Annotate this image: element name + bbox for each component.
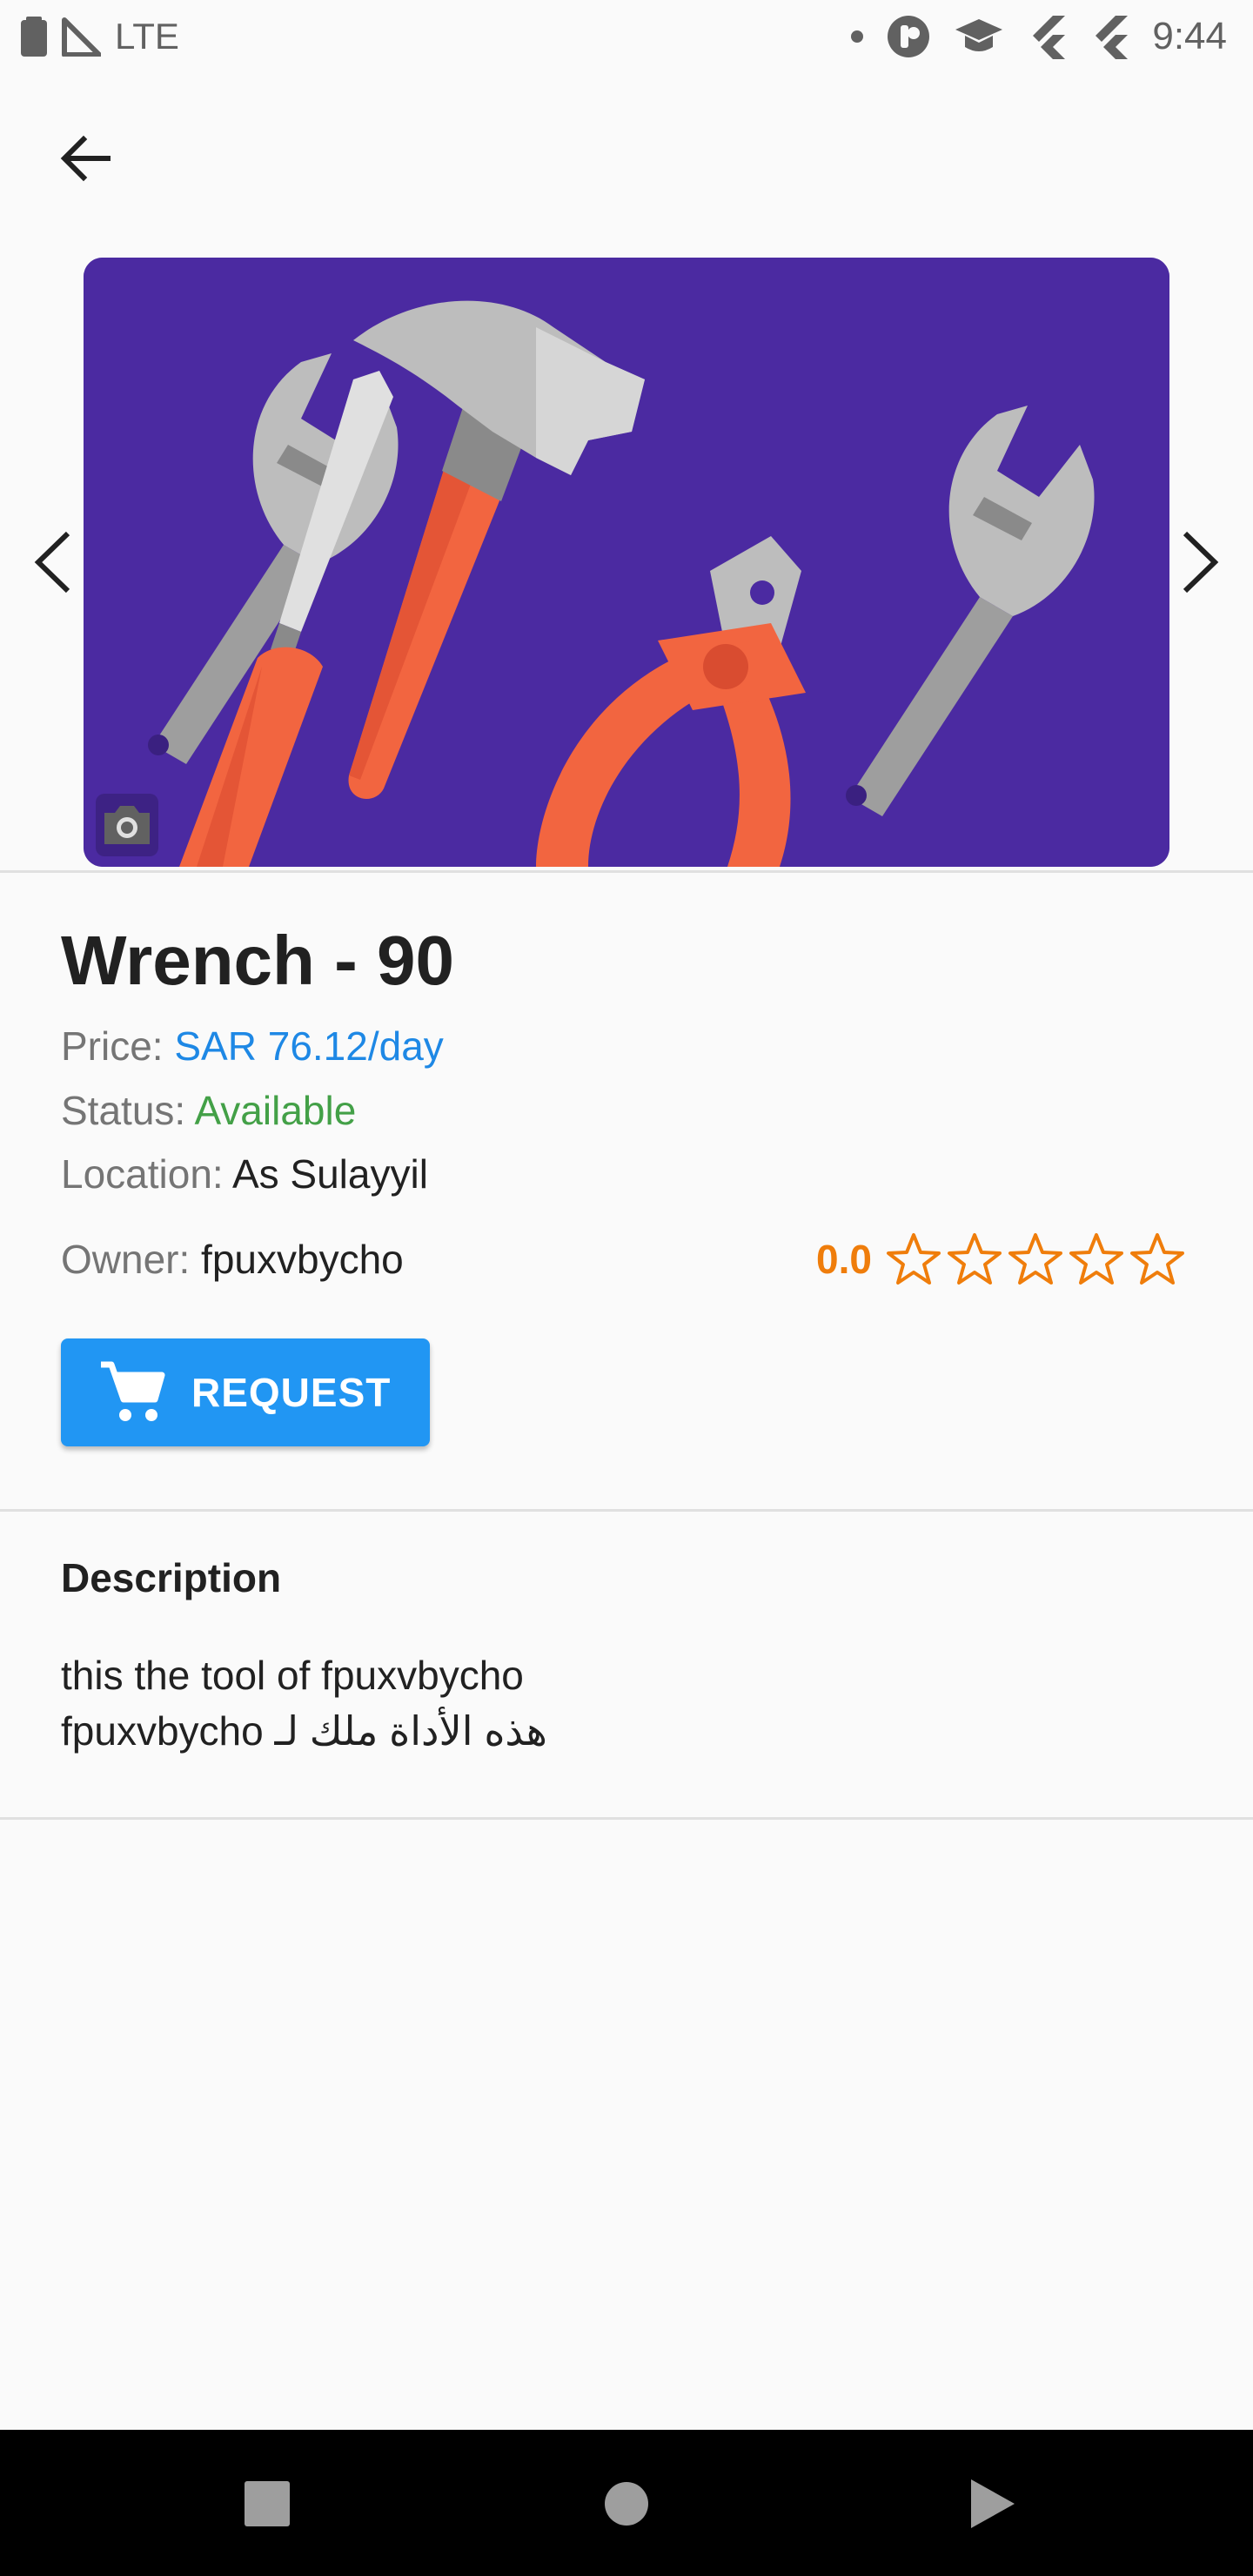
tool-image[interactable] xyxy=(84,258,1169,867)
divider-top xyxy=(0,870,1253,873)
divider-bottom xyxy=(0,1817,1253,1820)
request-label: REQUEST xyxy=(191,1370,392,1415)
location-row: Location: As Sulayyil xyxy=(61,1150,428,1197)
square-icon xyxy=(245,2481,290,2526)
home-button[interactable] xyxy=(587,2465,666,2543)
graduation-cap-icon xyxy=(955,19,1003,51)
star-outline-icon xyxy=(948,1233,1002,1285)
circle-icon xyxy=(605,2482,648,2526)
flutter-icon xyxy=(1033,16,1066,59)
price-value: SAR 76.12/day xyxy=(174,1023,444,1069)
rating: 0.0 xyxy=(816,1231,1185,1288)
notification-dot-icon xyxy=(851,30,864,43)
shopping-cart-icon xyxy=(101,1361,165,1421)
network-type: LTE xyxy=(115,16,179,57)
clock: 9:44 xyxy=(1152,15,1227,57)
flutter-icon-2 xyxy=(1096,16,1129,59)
owner-label: Owner: xyxy=(61,1237,191,1282)
back-button[interactable] xyxy=(49,122,122,195)
chevron-left-icon xyxy=(34,531,70,594)
description-line-1: this the tool of fpuxvbycho xyxy=(61,1653,524,1698)
camera-icon xyxy=(104,806,150,844)
camera-badge[interactable] xyxy=(96,794,158,856)
status-bar: LTE 9:44 xyxy=(0,0,1253,73)
status-row: Status: Available xyxy=(61,1087,356,1134)
back-nav-button[interactable] xyxy=(953,2465,1031,2543)
owner-value[interactable]: fpuxvbycho xyxy=(201,1237,404,1282)
description-line-2-text: هذه الأداة ملك لـ fpuxvbycho xyxy=(61,1708,547,1754)
rating-value: 0.0 xyxy=(816,1237,872,1282)
recents-button[interactable] xyxy=(228,2465,306,2543)
price-label: Price: xyxy=(61,1023,164,1069)
star-outline-icon xyxy=(1069,1233,1123,1285)
carousel-prev-button[interactable] xyxy=(17,519,87,606)
signal-icon xyxy=(62,17,101,57)
carousel-next-button[interactable] xyxy=(1166,519,1236,606)
battery-icon xyxy=(21,17,47,57)
tools-illustration xyxy=(84,258,1169,867)
app-notification-icon xyxy=(888,16,930,57)
request-button[interactable]: REQUEST xyxy=(61,1338,430,1446)
image-carousel[interactable] xyxy=(0,258,1253,870)
triangle-icon xyxy=(971,2479,1015,2528)
location-value: As Sulayyil xyxy=(231,1151,428,1197)
system-nav-bar xyxy=(0,2430,1253,2576)
location-label: Location: xyxy=(61,1151,224,1197)
status-label: Status: xyxy=(61,1088,186,1133)
description-line-2: هذه الأداة ملك لـ fpuxvbycho xyxy=(61,1707,547,1754)
divider-middle xyxy=(0,1509,1253,1512)
description-title: Description xyxy=(61,1555,282,1600)
owner-row: Owner: fpuxvbycho xyxy=(61,1236,404,1283)
star-outline-icon xyxy=(1008,1233,1062,1285)
screen: LTE 9:44 Wrench - 90 Price: SAR 76.12/da… xyxy=(0,0,1253,2576)
status-right: 9:44 xyxy=(851,14,1227,59)
tool-title: Wrench - 90 xyxy=(61,922,454,999)
price-row: Price: SAR 76.12/day xyxy=(61,1023,444,1070)
status-value: Available xyxy=(194,1088,357,1133)
chevron-right-icon xyxy=(1183,531,1219,594)
star-outline-icon xyxy=(887,1233,941,1285)
status-left: LTE xyxy=(21,14,179,59)
star-outline-icon xyxy=(1130,1233,1184,1285)
rating-stars xyxy=(886,1231,1185,1287)
arrow-left-icon xyxy=(60,135,111,182)
